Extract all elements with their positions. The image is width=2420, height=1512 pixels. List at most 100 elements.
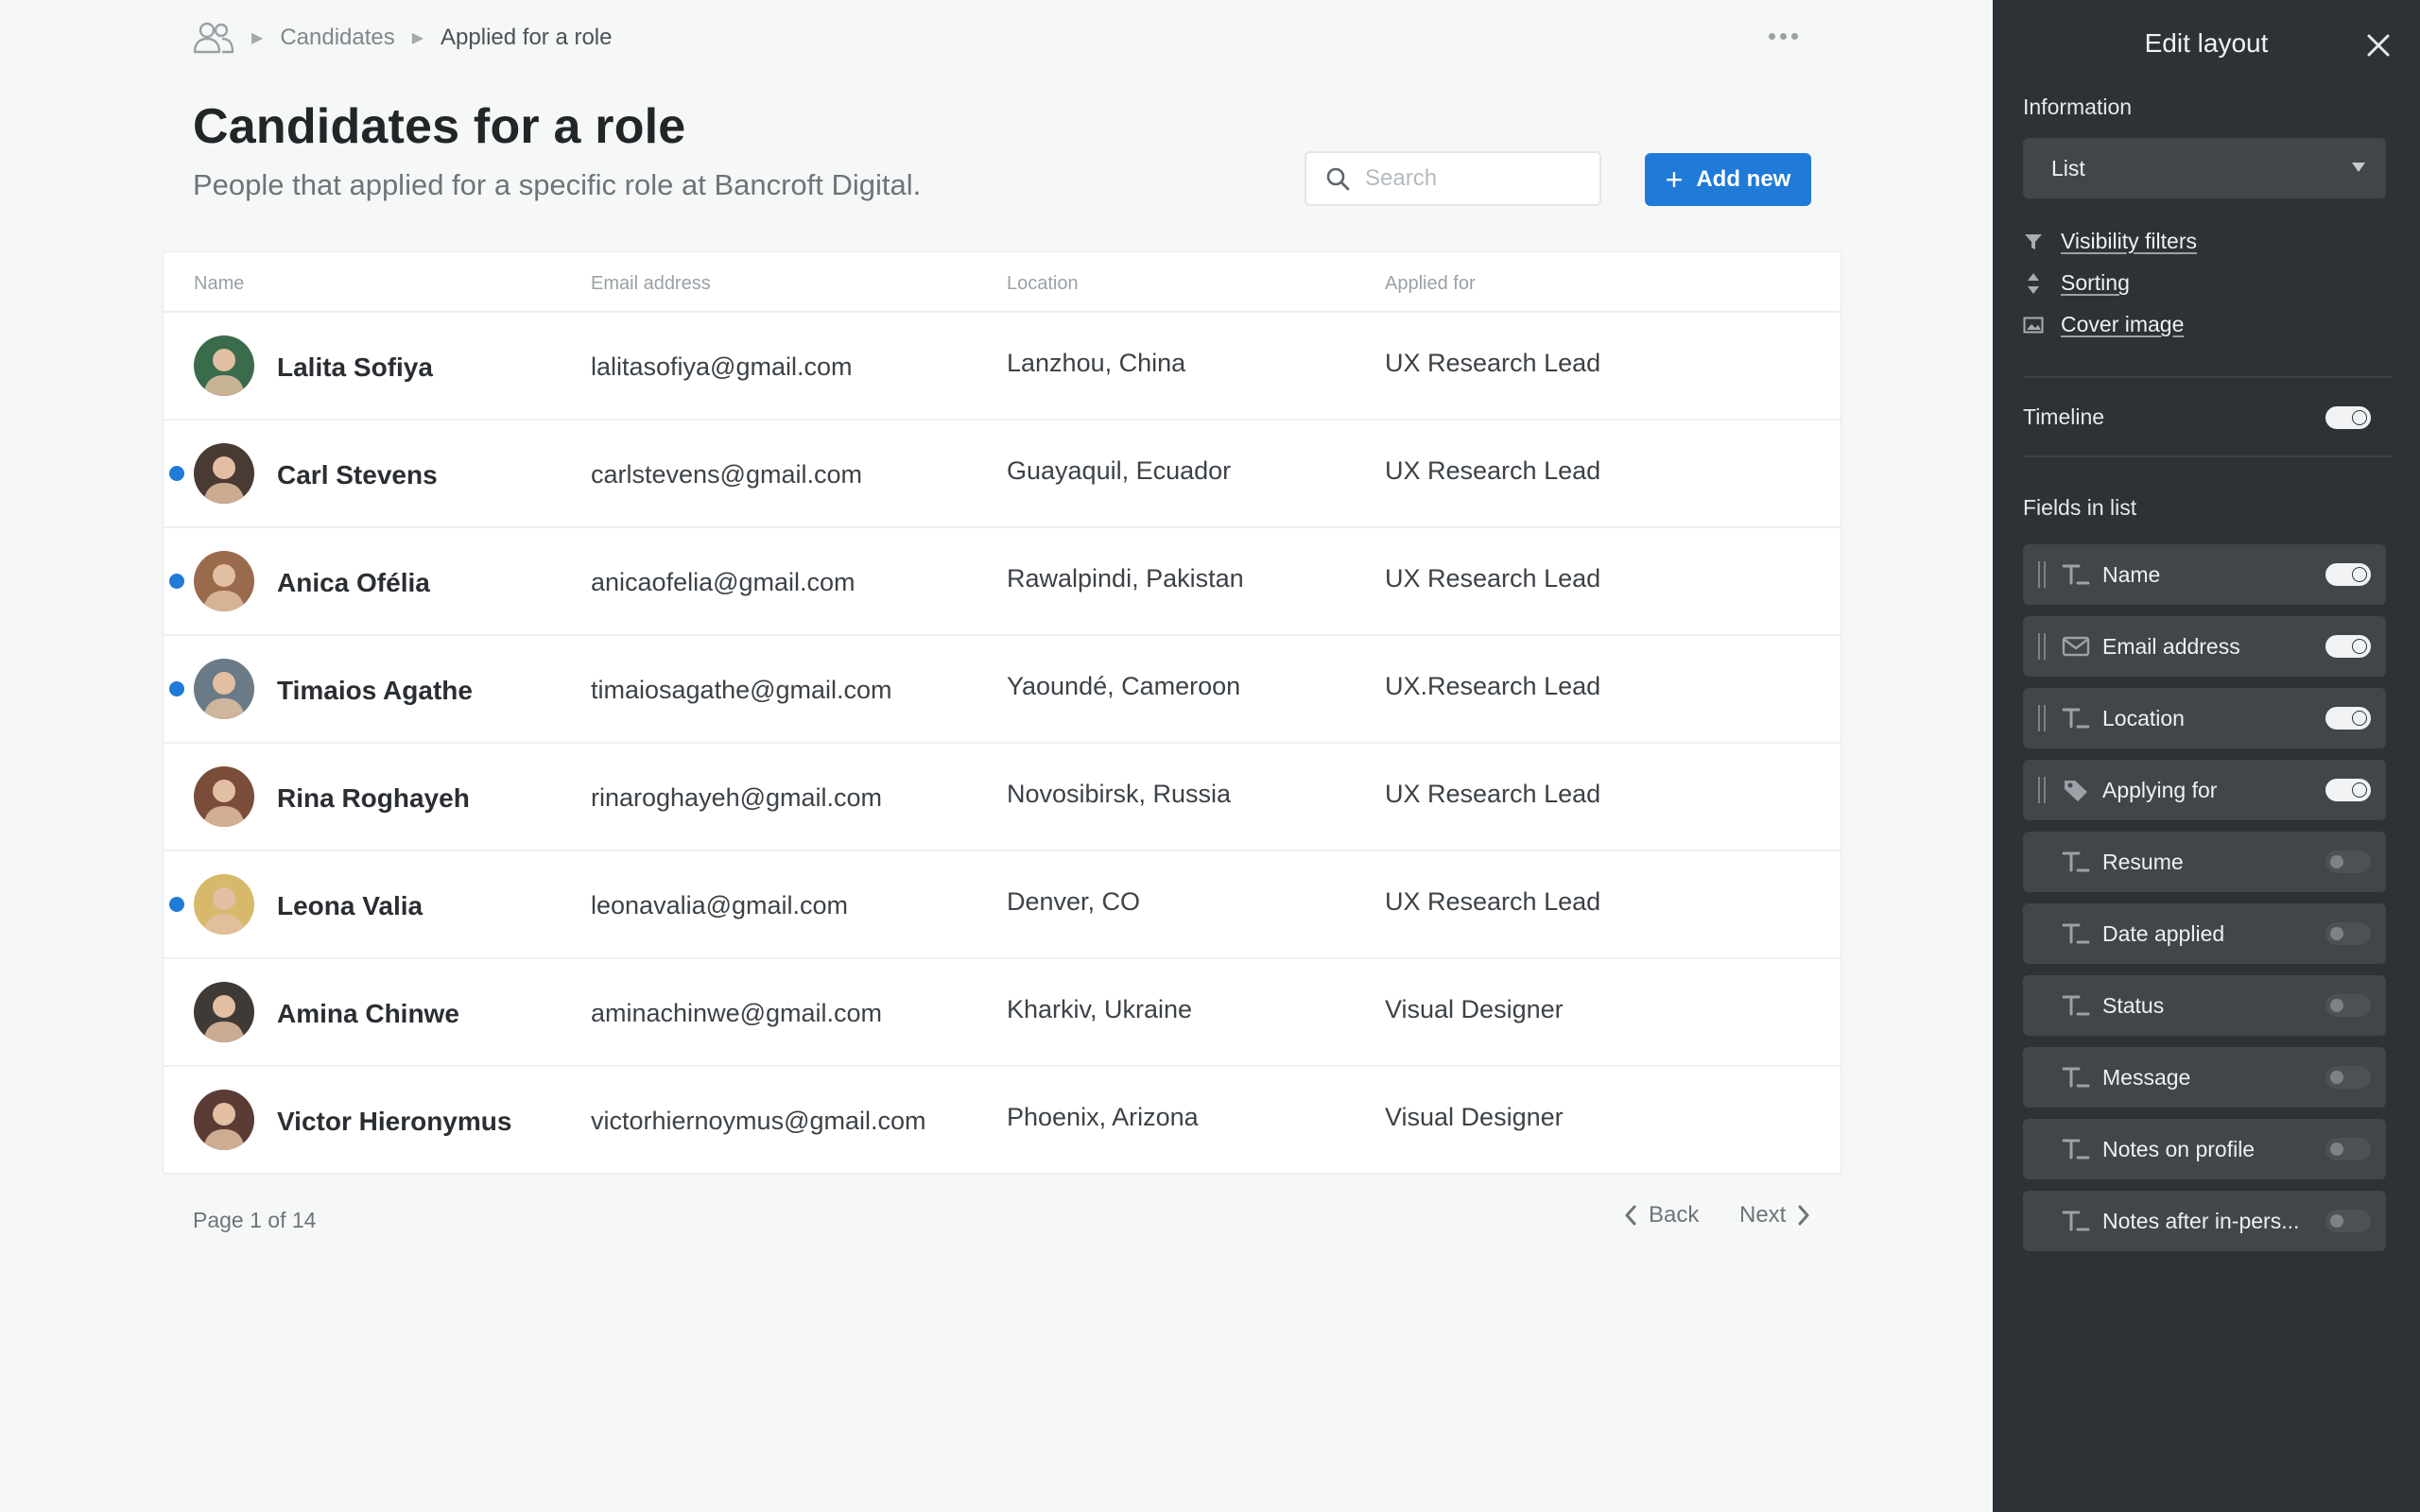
candidate-applied-for: UX.Research Lead: [1385, 672, 1601, 700]
candidate-name[interactable]: Timaios Agathe: [277, 676, 473, 706]
table-row[interactable]: Amina Chinwe aminachinwe@gmail.com Kharkiv…: [164, 959, 1841, 1067]
header-applied-for[interactable]: Applied for: [1385, 273, 1476, 295]
unread-indicator: [169, 897, 184, 912]
field-visibility-toggle[interactable]: [2325, 1066, 2371, 1089]
field-visibility-toggle[interactable]: [2325, 1138, 2371, 1160]
drag-handle-icon[interactable]: [2038, 777, 2046, 803]
page-indicator: Page 1 of 14: [193, 1208, 317, 1232]
chevron-left-icon: [1625, 1205, 1636, 1226]
table-row[interactable]: Anica Ofélia anicaofelia@gmail.com Rawalpi…: [164, 528, 1841, 636]
back-button[interactable]: Back: [1624, 1202, 1699, 1228]
candidate-name[interactable]: Leona Valia: [277, 891, 423, 921]
fields-in-list-heading: Fields in list: [2023, 495, 2137, 520]
field-item[interactable]: Email address: [2023, 616, 2386, 677]
field-visibility-toggle[interactable]: [2325, 779, 2371, 801]
drag-handle-icon[interactable]: [2038, 561, 2046, 588]
search-icon: [1326, 167, 1350, 191]
field-visibility-toggle[interactable]: [2325, 922, 2371, 945]
field-item[interactable]: Resume: [2023, 832, 2386, 892]
visibility-filters-link[interactable]: Visibility filters: [2023, 229, 2197, 254]
table-row[interactable]: Carl Stevens carlstevens@gmail.com Guayaqu…: [164, 421, 1841, 528]
candidate-location: Guayaquil, Ecuador: [1007, 456, 1232, 485]
avatar: [194, 766, 254, 827]
add-new-button[interactable]: + Add new: [1645, 153, 1811, 206]
breadcrumb-separator-icon: ▶: [411, 30, 424, 46]
search-box[interactable]: [1305, 151, 1601, 206]
sorting-link[interactable]: Sorting: [2023, 270, 2130, 296]
field-label: Email address: [2102, 634, 2240, 659]
table-body: Lalita Sofiya lalitasofiya@gmail.com Lanzh…: [164, 313, 1841, 1175]
field-item[interactable]: Location: [2023, 688, 2386, 748]
field-item[interactable]: Notes on profile: [2023, 1119, 2386, 1179]
close-icon[interactable]: [2363, 30, 2394, 60]
timeline-toggle[interactable]: [2325, 406, 2371, 429]
candidate-applied-for: Visual Designer: [1385, 995, 1564, 1023]
candidate-email: lalitasofiya@gmail.com: [591, 352, 853, 381]
candidate-name[interactable]: Rina Roghayeh: [277, 783, 470, 814]
field-visibility-toggle[interactable]: [2325, 1210, 2371, 1232]
drag-handle-icon[interactable]: [2038, 705, 2046, 731]
candidate-location: Rawalpindi, Pakistan: [1007, 564, 1244, 593]
people-icon[interactable]: [193, 21, 234, 55]
table-row[interactable]: Leona Valia leonavalia@gmail.com Denver, C…: [164, 851, 1841, 959]
candidate-applied-for: UX Research Lead: [1385, 887, 1601, 916]
field-item[interactable]: Name: [2023, 544, 2386, 605]
edit-layout-panel: Edit layout Information List Visibility …: [1993, 0, 2420, 1512]
more-options-icon[interactable]: [1764, 23, 1802, 49]
candidate-email: carlstevens@gmail.com: [591, 460, 862, 489]
visibility-filters-label: Visibility filters: [2061, 229, 2197, 253]
avatar: [194, 1090, 254, 1150]
unread-indicator: [169, 466, 184, 481]
avatar: [194, 982, 254, 1042]
field-label: Name: [2102, 562, 2161, 587]
next-button[interactable]: Next: [1739, 1202, 1810, 1228]
field-visibility-toggle[interactable]: [2325, 850, 2371, 873]
header-location[interactable]: Location: [1007, 273, 1079, 295]
candidate-applied-for: UX Research Lead: [1385, 564, 1601, 593]
text-field-icon: [2062, 923, 2090, 944]
table-row[interactable]: Timaios Agathe timaiosagathe@gmail.com Yao…: [164, 636, 1841, 744]
field-visibility-toggle[interactable]: [2325, 994, 2371, 1017]
header-email[interactable]: Email address: [591, 273, 711, 295]
field-visibility-toggle[interactable]: [2325, 563, 2371, 586]
field-visibility-toggle[interactable]: [2325, 707, 2371, 730]
field-item[interactable]: Date applied: [2023, 903, 2386, 964]
header-name[interactable]: Name: [194, 273, 244, 295]
drag-handle-icon[interactable]: [2038, 633, 2046, 660]
table-row[interactable]: Victor Hieronymus victorhiernoymus@gmail.…: [164, 1067, 1841, 1175]
layout-type-select[interactable]: List: [2023, 138, 2386, 198]
unread-indicator: [169, 681, 184, 696]
field-visibility-toggle[interactable]: [2325, 635, 2371, 658]
candidate-name[interactable]: Lalita Sofiya: [277, 352, 433, 383]
table-row[interactable]: Rina Roghayeh rinaroghayeh@gmail.com Novos…: [164, 744, 1841, 851]
avatar: [194, 659, 254, 719]
cover-image-link[interactable]: Cover image: [2023, 312, 2184, 337]
candidate-name[interactable]: Victor Hieronymus: [277, 1107, 511, 1137]
text-field-icon: [2062, 1139, 2090, 1160]
field-item[interactable]: Applying for: [2023, 760, 2386, 820]
table-row[interactable]: Lalita Sofiya lalitasofiya@gmail.com Lanzh…: [164, 313, 1841, 421]
candidate-name[interactable]: Amina Chinwe: [277, 999, 459, 1029]
breadcrumb-candidates-link[interactable]: Candidates: [280, 25, 394, 51]
caret-down-icon: [2352, 163, 2365, 172]
candidate-name[interactable]: Anica Ofélia: [277, 568, 430, 598]
text-field-icon: [2062, 1211, 2090, 1231]
avatar: [194, 874, 254, 935]
envelope-icon: [2062, 636, 2090, 657]
plus-icon: +: [1665, 163, 1684, 197]
timeline-label: Timeline: [2023, 404, 2105, 429]
field-item[interactable]: Status: [2023, 975, 2386, 1036]
field-item[interactable]: Message: [2023, 1047, 2386, 1108]
candidate-location: Yaoundé, Cameroon: [1007, 672, 1241, 700]
panel-title: Edit layout: [2144, 28, 2269, 58]
candidate-name[interactable]: Carl Stevens: [277, 460, 438, 490]
field-label: Status: [2102, 993, 2165, 1018]
sorting-label: Sorting: [2061, 270, 2130, 295]
search-input[interactable]: [1365, 165, 1573, 192]
panel-divider: [2023, 455, 2392, 457]
field-item[interactable]: Notes after in-pers...: [2023, 1191, 2386, 1251]
candidate-location: Kharkiv, Ukraine: [1007, 995, 1193, 1023]
page-title: Candidates for a role: [193, 99, 686, 154]
tag-icon: [2065, 781, 2087, 801]
field-label: Location: [2102, 706, 2185, 730]
